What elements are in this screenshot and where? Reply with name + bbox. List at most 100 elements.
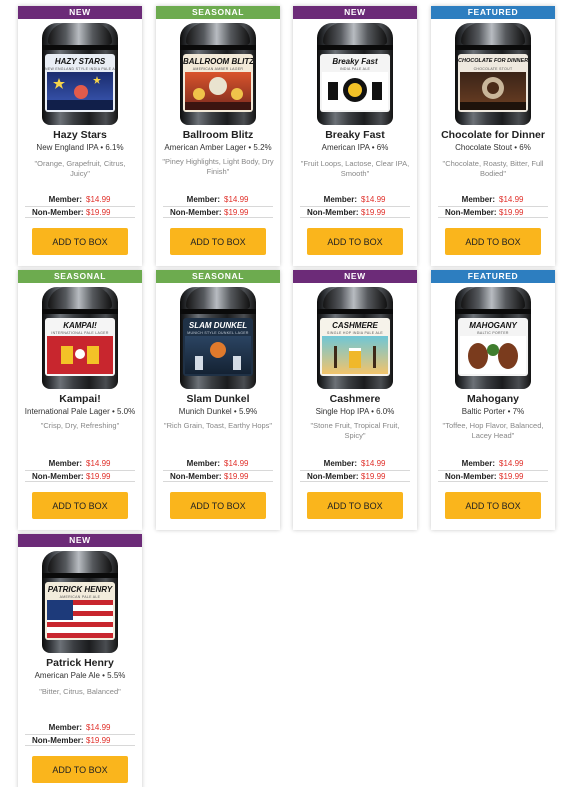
member-price-row: Member: $14.99 — [156, 194, 280, 206]
member-price: $14.99 — [499, 195, 524, 204]
can-label-subtext: INDIA PALE ALE — [339, 67, 371, 71]
palm-art-icon — [334, 346, 376, 368]
can-label-text: MAHOGANY — [469, 321, 517, 330]
beer-can-image: PATRICK HENRY AMERICAN PALE ALE — [42, 551, 118, 653]
add-to-box-button[interactable]: ADD TO BOX — [170, 492, 266, 519]
member-price-row: Member: $14.99 — [431, 458, 555, 470]
member-price: $14.99 — [86, 195, 111, 204]
product-notes: "Rich Grain, Toast, Earthy Hops" — [163, 421, 273, 430]
member-price-row: Member: $14.99 — [18, 722, 142, 734]
member-price: $14.99 — [224, 195, 249, 204]
product-notes: "Fruit Loops, Lactose, Clear IPA, Smooth… — [300, 159, 410, 178]
product-image[interactable]: BALLROOM BLITZ AMERICAN AMBER LAGER — [156, 19, 280, 126]
product-image[interactable]: CHOCOLATE FOR DINNER CHOCOLATE STOUT — [431, 19, 555, 126]
beer-can-image: CHOCOLATE FOR DINNER CHOCOLATE STOUT — [455, 23, 531, 125]
product-name[interactable]: Patrick Henry — [24, 657, 136, 670]
product-name[interactable]: Chocolate for Dinner — [437, 129, 549, 142]
product-image[interactable]: HAZY STARS NEW ENGLAND STYLE INDIA PALE … — [18, 19, 142, 126]
product-name[interactable]: Cashmere — [299, 393, 411, 406]
product-badge: NEW — [18, 534, 142, 547]
product-badge: SEASONAL — [156, 6, 280, 19]
product-card: SEASONAL SLAM DUNKEL MUNICH STYLE DUNKEL… — [156, 270, 280, 530]
member-label: Member: — [323, 459, 357, 468]
nonmember-price: $19.99 — [361, 208, 386, 217]
nonmember-label: Non-Member: — [445, 472, 497, 481]
can-label-subtext: SINGLE HOP INDIA PALE ALE — [326, 331, 383, 335]
can-label-subtext: NEW ENGLAND STYLE INDIA PALE ALE — [45, 67, 115, 71]
product-notes: "Crisp, Dry, Refreshing" — [40, 421, 120, 430]
nonmember-label: Non-Member: — [307, 472, 359, 481]
add-to-box-button[interactable]: ADD TO BOX — [32, 492, 128, 519]
can-label-subtext: MUNICH STYLE DUNKEL LAGER — [187, 331, 249, 335]
member-label: Member: — [323, 195, 357, 204]
barrel-art-icon — [468, 343, 518, 369]
add-to-box-button[interactable]: ADD TO BOX — [307, 228, 403, 255]
nonmember-price-row: Non-Member: $19.99 — [25, 206, 135, 218]
product-image[interactable]: PATRICK HENRY AMERICAN PALE ALE — [18, 547, 142, 654]
flag-art-icon — [47, 600, 113, 638]
nonmember-price: $19.99 — [499, 208, 524, 217]
member-price: $14.99 — [361, 195, 386, 204]
can-label-text: SLAM DUNKEL — [188, 321, 248, 330]
product-name[interactable]: Hazy Stars — [24, 129, 136, 142]
member-price: $14.99 — [86, 723, 111, 732]
member-price-row: Member: $14.99 — [431, 194, 555, 206]
add-to-box-button[interactable]: ADD TO BOX — [32, 756, 128, 783]
disco-art-icon — [185, 77, 251, 110]
product-notes: "Bitter, Citrus, Balanced" — [39, 687, 121, 696]
add-to-box-button[interactable]: ADD TO BOX — [445, 228, 541, 255]
product-card: FEATURED MAHOGANY BALTIC PORTER Mahogany… — [431, 270, 555, 530]
can-label-text: CHOCOLATE FOR DINNER — [458, 58, 528, 64]
beer-can-image: HAZY STARS NEW ENGLAND STYLE INDIA PALE … — [42, 23, 118, 125]
nonmember-label: Non-Member: — [32, 208, 84, 217]
can-label-subtext: INTERNATIONAL PALE LAGER — [51, 331, 109, 335]
beer-can-image: KAMPAI! INTERNATIONAL PALE LAGER — [42, 287, 118, 389]
product-name[interactable]: Kampai! — [24, 393, 136, 406]
member-label: Member: — [48, 459, 82, 468]
nonmember-price-row: Non-Member: $19.99 — [25, 734, 135, 746]
product-badge: NEW — [18, 6, 142, 19]
can-label-subtext: AMERICAN PALE ALE — [59, 595, 101, 599]
product-style: American IPA • 6% — [321, 143, 389, 152]
product-badge: NEW — [293, 270, 417, 283]
member-label: Member: — [461, 459, 495, 468]
nonmember-price-row: Non-Member: $19.99 — [25, 470, 135, 482]
product-notes: "Toffee, Hop Flavor, Balanced, Lacey Hea… — [442, 421, 544, 440]
member-label: Member: — [186, 195, 220, 204]
breakfast-art-icon — [328, 78, 382, 102]
add-to-box-button[interactable]: ADD TO BOX — [32, 228, 128, 255]
member-label: Member: — [48, 195, 82, 204]
can-label-text: Breaky Fast — [332, 57, 378, 66]
nonmember-label: Non-Member: — [445, 208, 497, 217]
product-notes: "Stone Fruit, Tropical Fruit, Spicy" — [310, 421, 400, 440]
member-label: Member: — [186, 459, 220, 468]
product-style: International Pale Lager • 5.0% — [24, 407, 136, 416]
can-label-subtext: AMERICAN AMBER LAGER — [192, 67, 244, 71]
product-image[interactable]: MAHOGANY BALTIC PORTER — [431, 283, 555, 390]
product-name[interactable]: Slam Dunkel — [162, 393, 274, 406]
product-style: Munich Dunkel • 5.9% — [178, 407, 258, 416]
member-price-row: Member: $14.99 — [293, 458, 417, 470]
nonmember-label: Non-Member: — [32, 736, 84, 745]
product-name[interactable]: Ballroom Blitz — [162, 129, 274, 142]
add-to-box-button[interactable]: ADD TO BOX — [307, 492, 403, 519]
product-image[interactable]: KAMPAI! INTERNATIONAL PALE LAGER — [18, 283, 142, 390]
add-to-box-button[interactable]: ADD TO BOX — [445, 492, 541, 519]
beer-can-image: Breaky Fast INDIA PALE ALE — [317, 23, 393, 125]
toast-art-icon — [61, 346, 99, 364]
nonmember-label: Non-Member: — [32, 472, 84, 481]
product-card: NEW CASHMERE SINGLE HOP INDIA PALE ALE C… — [293, 270, 417, 530]
nonmember-price: $19.99 — [499, 472, 524, 481]
add-to-box-button[interactable]: ADD TO BOX — [170, 228, 266, 255]
nonmember-price: $19.99 — [224, 472, 249, 481]
product-image[interactable]: SLAM DUNKEL MUNICH STYLE DUNKEL LAGER — [156, 283, 280, 390]
member-label: Member: — [48, 723, 82, 732]
member-price-row: Member: $14.99 — [293, 194, 417, 206]
product-image[interactable]: CASHMERE SINGLE HOP INDIA PALE ALE — [293, 283, 417, 390]
product-name[interactable]: Mahogany — [437, 393, 549, 406]
nonmember-label: Non-Member: — [170, 208, 222, 217]
product-image[interactable]: Breaky Fast INDIA PALE ALE — [293, 19, 417, 126]
product-name[interactable]: Breaky Fast — [299, 129, 411, 142]
can-label-text: CASHMERE — [332, 321, 378, 330]
product-style: American Pale Ale • 5.5% — [34, 671, 126, 680]
